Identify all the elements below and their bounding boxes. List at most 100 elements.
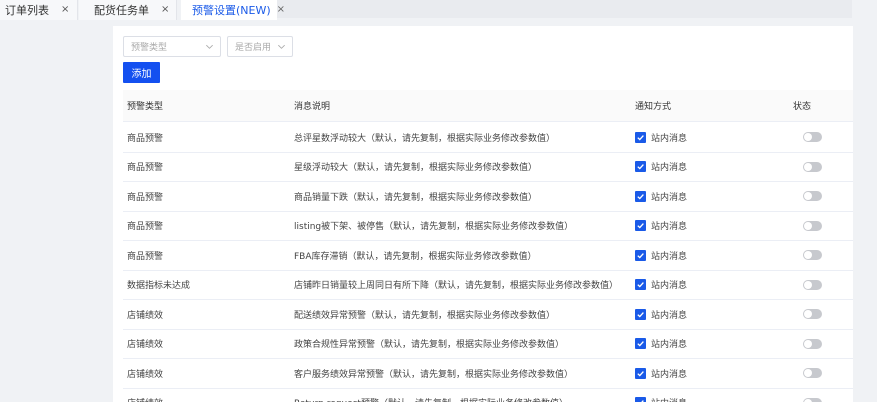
chevron-down-icon [206, 44, 213, 49]
status-cell [793, 330, 822, 359]
header-status: 状态 [793, 102, 812, 112]
table-body: 商品预警 总评星数浮动较大（默认，请先复制，根据实际业务修改参数值） 站内消息 … [123, 123, 853, 402]
toggle-knob [804, 280, 812, 289]
cell-message: FBA库存滞销（默认，请先复制，根据实际业务修改参数值） [294, 251, 537, 262]
notify-option[interactable]: 站内消息 [635, 182, 687, 211]
header-message: 消息说明 [294, 102, 331, 112]
status-toggle[interactable] [803, 338, 822, 349]
status-toggle[interactable] [803, 368, 822, 379]
table-row: 商品预警 FBA库存滞销（默认，请先复制，根据实际业务修改参数值） 站内消息 [123, 241, 853, 271]
notify-option[interactable]: 站内消息 [635, 389, 687, 402]
notify-label: 站内消息 [651, 222, 688, 233]
tab-bar-background [277, 0, 852, 18]
tab-label: 配货任务单 [94, 4, 149, 17]
close-icon[interactable]: × [161, 5, 169, 15]
table-row: 商品预警 商品销量下跌（默认，请先复制，根据实际业务修改参数值） 站内消息 [123, 182, 853, 212]
close-icon[interactable]: × [61, 5, 69, 15]
header-notify-method: 通知方式 [635, 102, 672, 112]
table-row: 商品预警 listing被下架、被停售（默认，请先复制，根据实际业务修改参数值）… [123, 212, 853, 241]
status-toggle[interactable] [803, 250, 822, 261]
cell-message: Return request预警（默认，请先复制，根据实际业务修改参数值） [294, 389, 568, 402]
notify-label: 站内消息 [651, 310, 688, 321]
toggle-knob [804, 162, 812, 171]
alert-table: 预警类型 消息说明 通知方式 状态 商品预警 总评星数浮动较大（默认，请先复制，… [123, 90, 853, 402]
status-toggle[interactable] [803, 279, 822, 290]
notify-option[interactable]: 站内消息 [635, 359, 687, 388]
cell-warning-type: 店铺绩效 [127, 389, 163, 402]
tab-label: 订单列表 [5, 4, 49, 17]
status-toggle[interactable] [803, 161, 822, 172]
tab-order-list[interactable]: 订单列表 × [0, 0, 78, 20]
table-row: 商品预警 星级浮动较大（默认，请先复制，根据实际业务修改参数值） 站内消息 [123, 153, 853, 182]
checkbox-checked-icon[interactable] [635, 367, 646, 379]
notify-label: 站内消息 [651, 251, 688, 262]
warning-type-select[interactable]: 预警类型 [123, 36, 221, 57]
status-toggle[interactable] [803, 191, 822, 202]
chevron-down-icon [278, 44, 285, 49]
cell-warning-type: 商品预警 [127, 133, 164, 144]
status-cell [793, 389, 822, 402]
toggle-knob [804, 133, 812, 142]
notify-label: 站内消息 [651, 281, 688, 292]
tab-bar: 订单列表 × 配货任务单 × 预警设置(NEW) × [0, 0, 877, 20]
notify-option[interactable]: 站内消息 [635, 330, 687, 359]
cell-warning-type: 店铺绩效 [127, 340, 164, 351]
checkbox-checked-icon[interactable] [635, 308, 646, 320]
cell-message: listing被下架、被停售（默认，请先复制，根据实际业务修改参数值） [294, 222, 574, 233]
cell-message: 配送绩效异常预警（默认，请先复制，根据实际业务修改参数值） [294, 310, 556, 321]
notify-option[interactable]: 站内消息 [635, 271, 687, 300]
cell-warning-type: 店铺绩效 [127, 369, 164, 380]
table-row: 店铺绩效 配送绩效异常预警（默认，请先复制，根据实际业务修改参数值） 站内消息 [123, 300, 853, 330]
tab-alert-settings[interactable]: 预警设置(NEW) × [181, 0, 285, 20]
cell-warning-type: 店铺绩效 [127, 310, 164, 321]
header-warning-type: 预警类型 [127, 102, 164, 112]
status-toggle[interactable] [803, 397, 822, 402]
status-toggle[interactable] [803, 220, 822, 231]
status-toggle[interactable] [803, 132, 822, 143]
tab-picking-task[interactable]: 配货任务单 × [79, 0, 177, 20]
checkbox-checked-icon[interactable] [635, 190, 646, 202]
checkbox-checked-icon[interactable] [635, 338, 646, 350]
checkbox-checked-icon[interactable] [635, 131, 646, 143]
status-cell [793, 212, 822, 241]
cell-warning-type: 商品预警 [127, 163, 164, 174]
checkbox-checked-icon[interactable] [635, 249, 646, 261]
select-placeholder: 预警类型 [131, 43, 168, 53]
table-row: 商品预警 总评星数浮动较大（默认，请先复制，根据实际业务修改参数值） 站内消息 [123, 123, 853, 153]
table-row: 店铺绩效 Return request预警（默认，请先复制，根据实际业务修改参数… [123, 389, 853, 402]
toggle-knob [804, 369, 812, 378]
table-row: 店铺绩效 政策合规性异常预警（默认，请先复制，根据实际业务修改参数值） 站内消息 [123, 330, 853, 359]
checkbox-checked-icon[interactable] [635, 279, 646, 291]
table-row: 店铺绩效 客户服务绩效异常预警（默认，请先复制，根据实际业务修改参数值） 站内消… [123, 359, 853, 389]
cell-message: 总评星数浮动较大（默认，请先复制，根据实际业务修改参数值） [294, 133, 556, 144]
enabled-select[interactable]: 是否启用 [227, 36, 293, 57]
toggle-knob [804, 310, 812, 319]
notify-option[interactable]: 站内消息 [635, 300, 687, 329]
checkbox-checked-icon[interactable] [635, 397, 646, 402]
table-row: 数据指标未达成 店铺昨日销量较上周同日有所下降（默认，请先复制，根据实际业务修改… [123, 271, 853, 300]
notify-option[interactable]: 站内消息 [635, 212, 687, 241]
checkbox-checked-icon[interactable] [635, 220, 646, 232]
cell-warning-type: 商品预警 [127, 222, 164, 233]
cell-message: 政策合规性异常预警（默认，请先复制，根据实际业务修改参数值） [294, 340, 565, 351]
status-cell [793, 271, 822, 300]
table-header: 预警类型 消息说明 通知方式 状态 [123, 90, 853, 122]
add-button[interactable]: 添加 [123, 62, 160, 83]
close-icon[interactable]: × [277, 5, 285, 15]
notify-option[interactable]: 站内消息 [635, 123, 687, 152]
status-cell [793, 182, 822, 211]
toggle-knob [804, 192, 812, 201]
tab-label: 预警设置(NEW) [192, 4, 271, 17]
notify-label: 站内消息 [651, 396, 687, 402]
toggle-knob [804, 251, 812, 260]
cell-warning-type: 商品预警 [127, 251, 164, 262]
checkbox-checked-icon[interactable] [635, 161, 646, 173]
status-toggle[interactable] [803, 309, 822, 320]
cell-warning-type: 商品预警 [127, 192, 164, 203]
notify-label: 站内消息 [651, 192, 688, 203]
status-cell [793, 359, 822, 388]
notify-option[interactable]: 站内消息 [635, 241, 687, 270]
notify-option[interactable]: 站内消息 [635, 153, 687, 182]
cell-message: 客户服务绩效异常预警（默认，请先复制，根据实际业务修改参数值） [294, 369, 574, 380]
notify-label: 站内消息 [651, 163, 688, 174]
